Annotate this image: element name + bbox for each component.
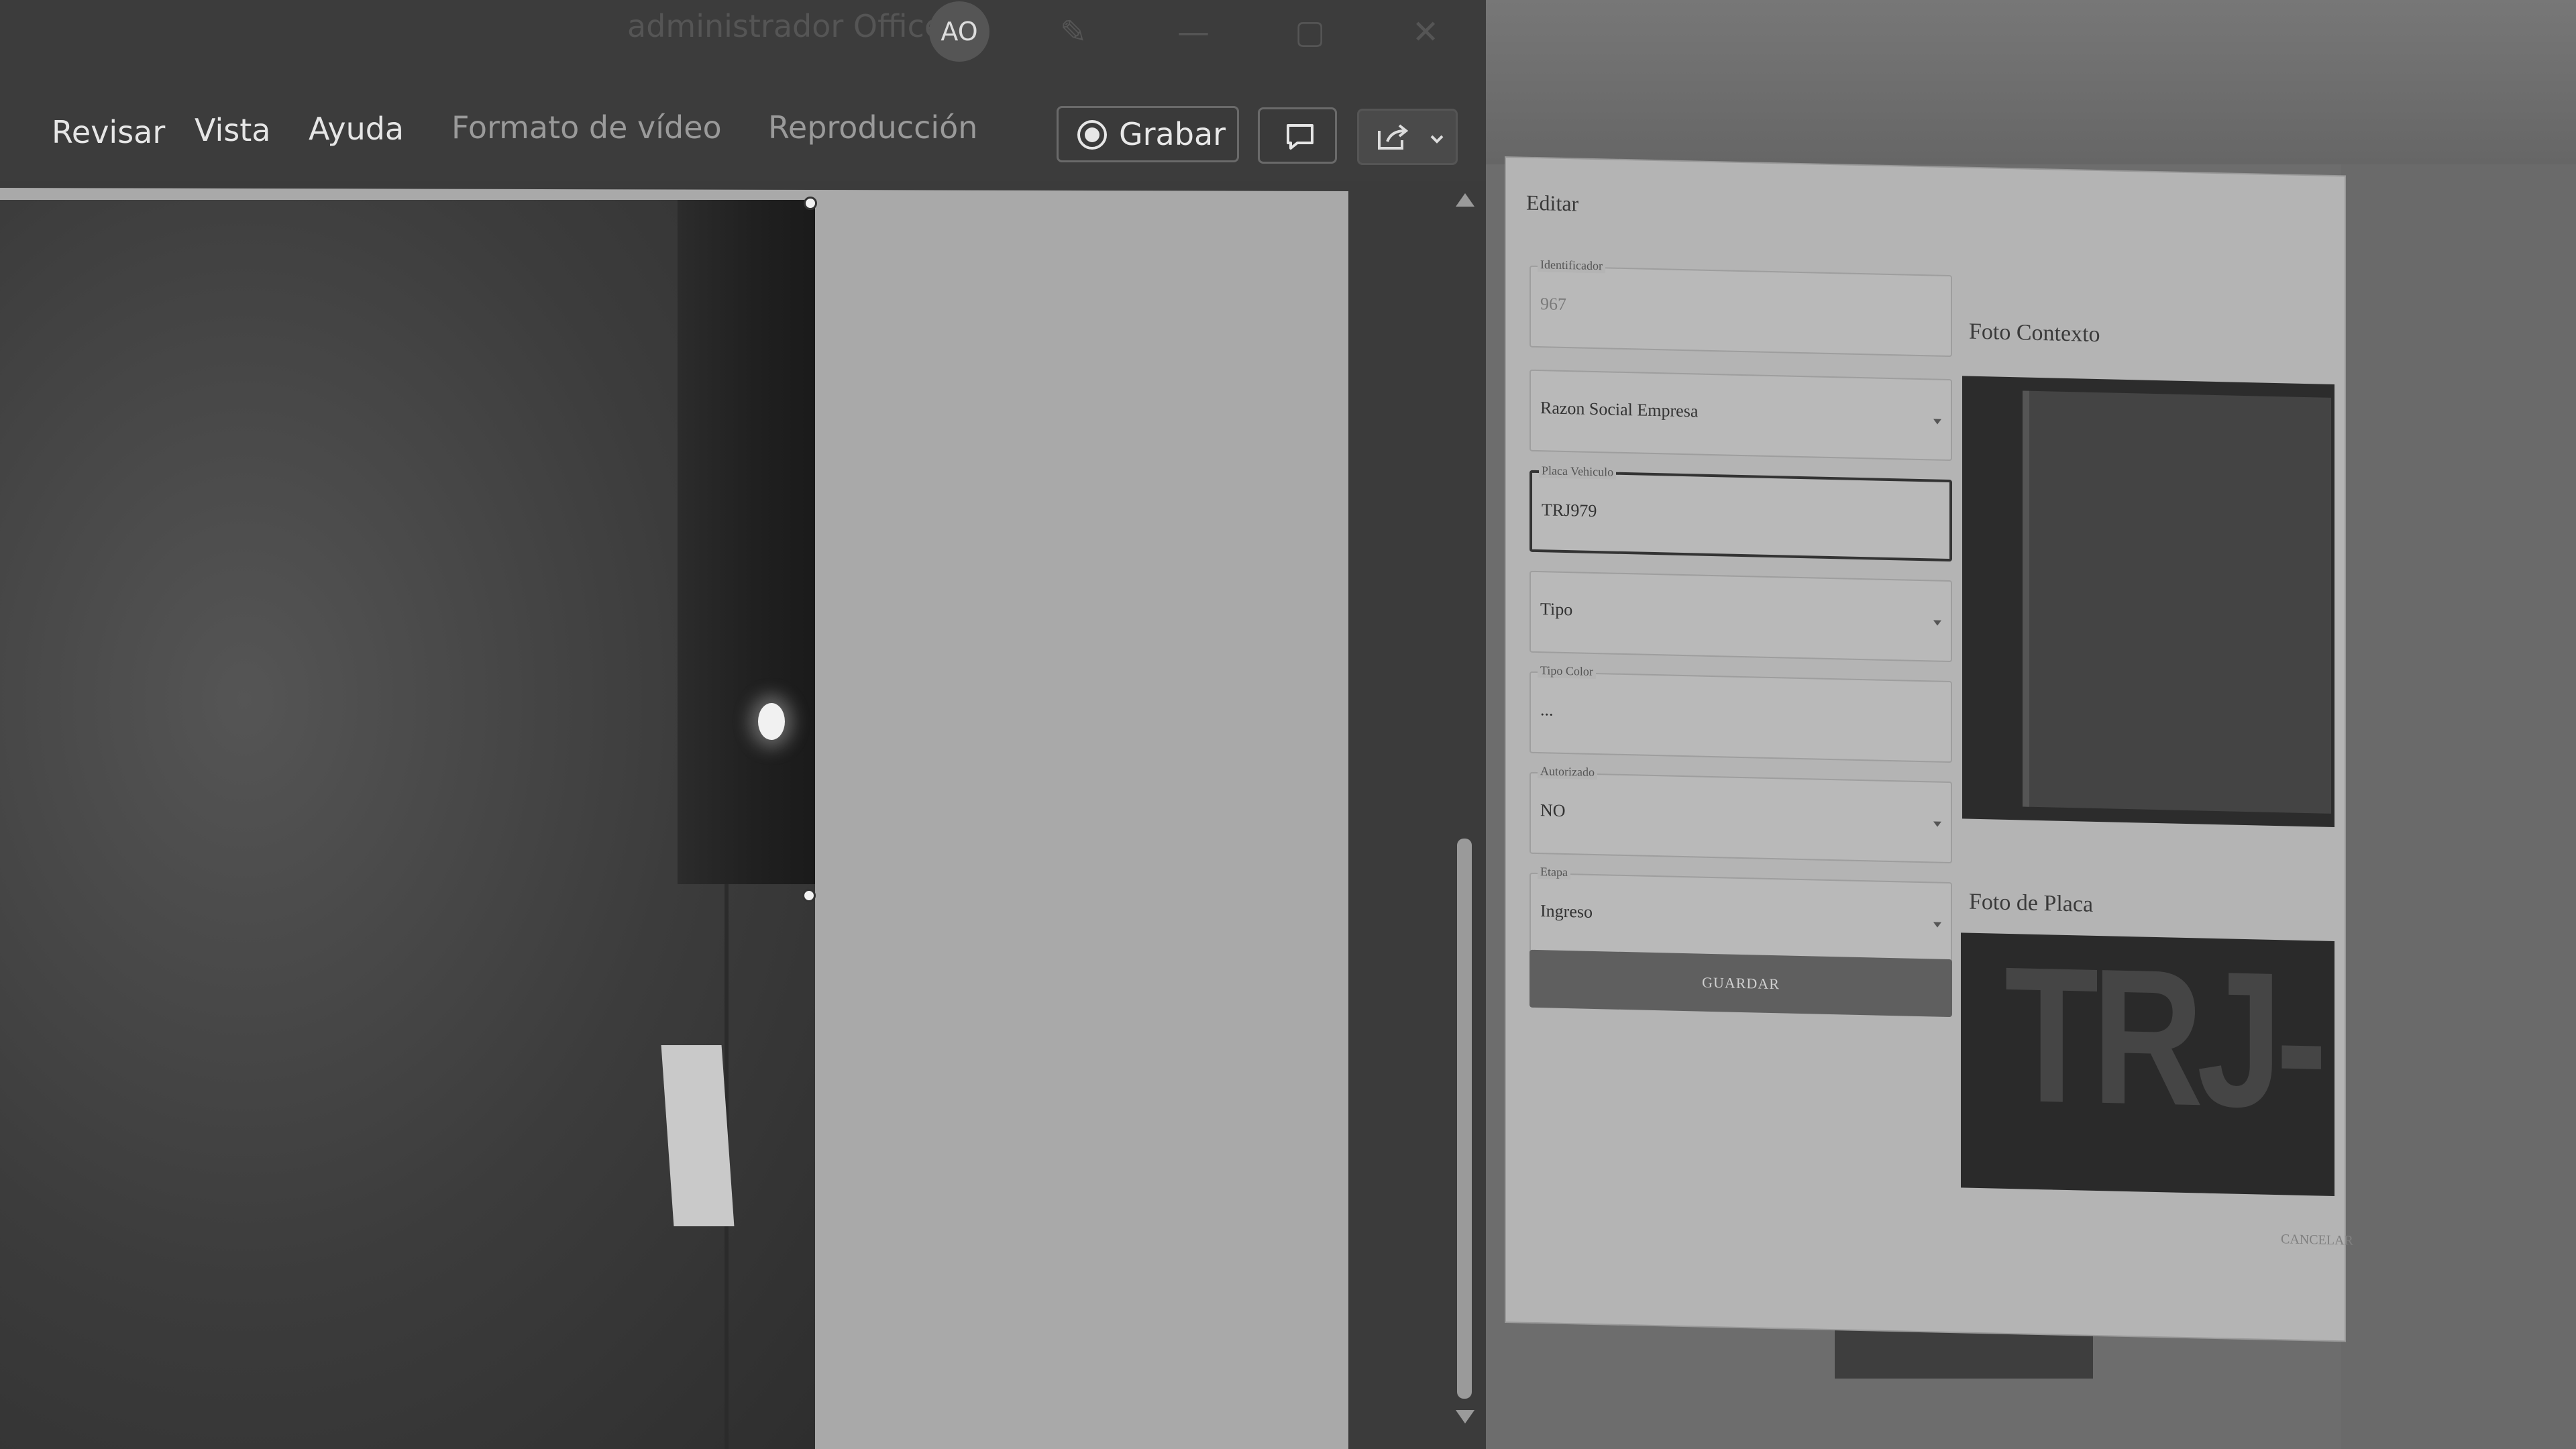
tab-reproduccion[interactable]: Reproducción bbox=[768, 109, 977, 146]
scroll-down-icon[interactable] bbox=[1456, 1410, 1474, 1424]
edit-dialog: Editar Identificador 967 Razon Social Em… bbox=[1506, 158, 2353, 1341]
context-photo bbox=[1962, 376, 2334, 828]
pen-icon[interactable]: ✎ bbox=[1060, 13, 1087, 51]
vertical-scrollbar[interactable] bbox=[1457, 839, 1472, 1399]
tipo-color-value: ... bbox=[1540, 700, 1554, 720]
tab-ayuda[interactable]: Ayuda bbox=[309, 111, 404, 147]
tipo-color-field[interactable]: Tipo Color ... bbox=[1529, 663, 1952, 763]
identificador-field[interactable]: Identificador 967 bbox=[1529, 258, 1952, 358]
title-bar: administrador Office AO ✎ — ▢ ✕ bbox=[0, 0, 1486, 87]
curb-marking bbox=[661, 1045, 735, 1226]
minimize-icon[interactable]: — bbox=[1177, 13, 1210, 51]
close-icon[interactable]: ✕ bbox=[1412, 13, 1439, 51]
context-photo-scene bbox=[2023, 390, 2331, 814]
account-name: administrador Office bbox=[627, 8, 944, 44]
identificador-label: Identificador bbox=[1538, 258, 1605, 274]
vehicle-bumper bbox=[678, 200, 815, 884]
tab-vista[interactable]: Vista bbox=[195, 112, 270, 148]
dropdown-arrow-icon bbox=[1933, 821, 1941, 827]
foto-contexto-label: Foto Contexto bbox=[1969, 319, 2100, 347]
etapa-label: Etapa bbox=[1538, 865, 1570, 880]
tipo-value: Tipo bbox=[1540, 599, 1573, 620]
cancel-button[interactable]: CANCELAR bbox=[2281, 1232, 2353, 1248]
autorizado-select[interactable]: Autorizado NO bbox=[1529, 764, 1952, 864]
resize-handle-top-right[interactable] bbox=[804, 197, 817, 210]
etapa-value: Ingreso bbox=[1540, 901, 1593, 922]
placa-vehiculo-label: Placa Vehiculo bbox=[1539, 464, 1617, 480]
monitor-header-area bbox=[1486, 0, 2576, 164]
share-button[interactable] bbox=[1357, 109, 1458, 165]
identificador-value: 967 bbox=[1540, 294, 1566, 315]
record-icon bbox=[1077, 120, 1107, 150]
etapa-select[interactable]: Etapa Ingreso bbox=[1529, 865, 1952, 965]
tipo-select[interactable]: Tipo bbox=[1529, 570, 1952, 663]
dropdown-arrow-icon bbox=[1933, 620, 1941, 626]
placa-vehiculo-input[interactable]: Placa Vehiculo TRJ979 bbox=[1529, 464, 1952, 562]
plate-photo-text: TRJ-979 bbox=[2004, 932, 2321, 1196]
video-frame[interactable] bbox=[0, 200, 815, 1449]
dialog-title: Editar bbox=[1526, 190, 1579, 216]
autorizado-value: NO bbox=[1540, 800, 1566, 821]
comment-icon bbox=[1287, 124, 1313, 150]
record-button-label: Grabar bbox=[1119, 116, 1226, 152]
dropdown-arrow-icon bbox=[1933, 419, 1941, 425]
razon-social-value: Razon Social Empresa bbox=[1540, 398, 1699, 421]
placa-vehiculo-value: TRJ979 bbox=[1542, 500, 1597, 521]
tab-formato-de-video[interactable]: Formato de vídeo bbox=[451, 109, 722, 146]
comments-button[interactable] bbox=[1258, 107, 1337, 164]
tab-revisar[interactable]: Revisar bbox=[52, 114, 165, 150]
vehicle-light bbox=[758, 703, 785, 740]
record-button[interactable]: Grabar bbox=[1057, 106, 1239, 162]
plate-photo: TRJ-979 bbox=[1961, 932, 2334, 1197]
razon-social-select[interactable]: Razon Social Empresa bbox=[1529, 369, 1952, 462]
background-table bbox=[2341, 164, 2576, 1449]
resize-handle-right[interactable] bbox=[802, 889, 816, 902]
scroll-up-icon[interactable] bbox=[1456, 193, 1474, 207]
save-button[interactable]: GUARDAR bbox=[1529, 949, 1952, 1018]
share-icon bbox=[1378, 124, 1444, 150]
tipo-color-label: Tipo Color bbox=[1538, 663, 1596, 680]
maximize-icon[interactable]: ▢ bbox=[1295, 13, 1325, 51]
foto-placa-label: Foto de Placa bbox=[1969, 889, 2094, 917]
dropdown-arrow-icon bbox=[1933, 922, 1941, 928]
autorizado-label: Autorizado bbox=[1538, 764, 1597, 780]
chevron-down-icon bbox=[1430, 135, 1444, 144]
avatar[interactable]: AO bbox=[929, 1, 989, 62]
